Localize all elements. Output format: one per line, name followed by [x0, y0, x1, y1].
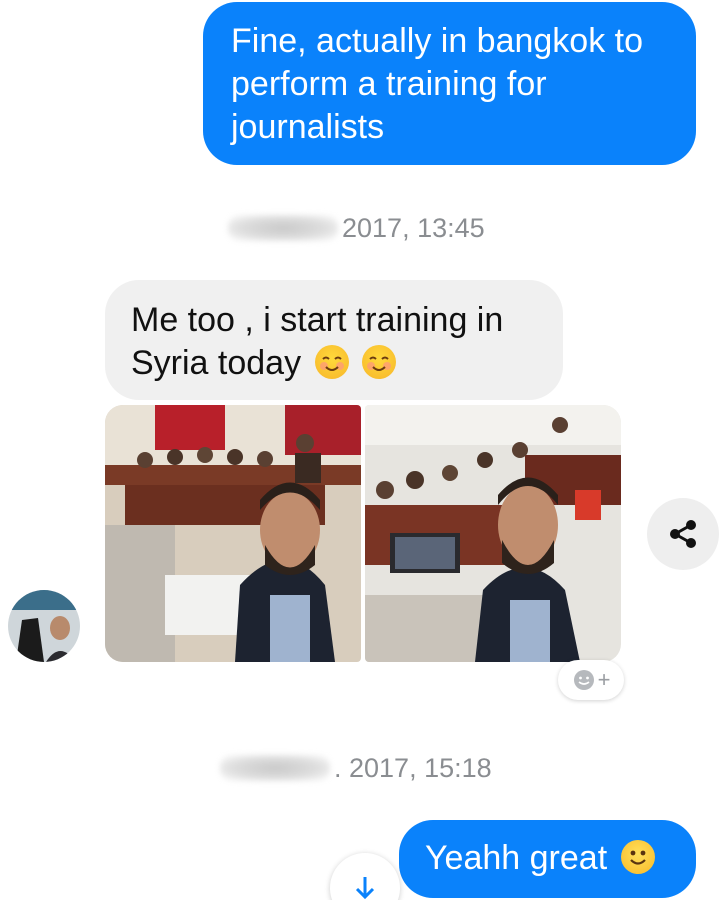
message-text: Fine, actually in bangkok to perform a t…	[231, 22, 644, 146]
share-icon	[670, 520, 696, 548]
message-text: Yeahh great	[425, 839, 608, 877]
message-timestamp: . 2017, 15:18	[220, 748, 492, 788]
add-reaction-plus: +	[597, 667, 611, 692]
arrow-down-icon	[355, 877, 375, 900]
shared-photo[interactable]	[365, 405, 621, 662]
message-timestamp: 2017, 13:45	[228, 208, 485, 248]
timestamp-text: . 2017, 15:18	[334, 752, 492, 783]
smile-emoji-icon	[620, 840, 655, 874]
shared-photo[interactable]	[105, 405, 361, 662]
photo-classroom-selfie	[105, 405, 361, 662]
blush-emoji-icon	[362, 345, 396, 379]
add-reaction-button[interactable]: +	[558, 660, 624, 700]
chat-conversation: Fine, actually in bangkok to perform a t…	[0, 0, 719, 900]
incoming-message-bubble[interactable]: Me too , i start training in Syria today	[105, 280, 563, 400]
blush-emoji-icon	[314, 345, 349, 379]
avatar-photo	[8, 590, 80, 662]
outgoing-message-bubble[interactable]: Fine, actually in bangkok to perform a t…	[203, 2, 696, 165]
redacted-date	[220, 755, 330, 781]
share-button[interactable]	[647, 498, 719, 570]
scroll-to-bottom-button[interactable]	[330, 853, 400, 900]
add-reaction-icon	[573, 670, 594, 690]
photo-classroom-selfie	[365, 405, 621, 662]
timestamp-text: 2017, 13:45	[342, 212, 485, 243]
redacted-date	[228, 215, 338, 241]
outgoing-message-bubble[interactable]: Yeahh great	[399, 820, 696, 898]
sender-avatar[interactable]	[8, 590, 80, 662]
